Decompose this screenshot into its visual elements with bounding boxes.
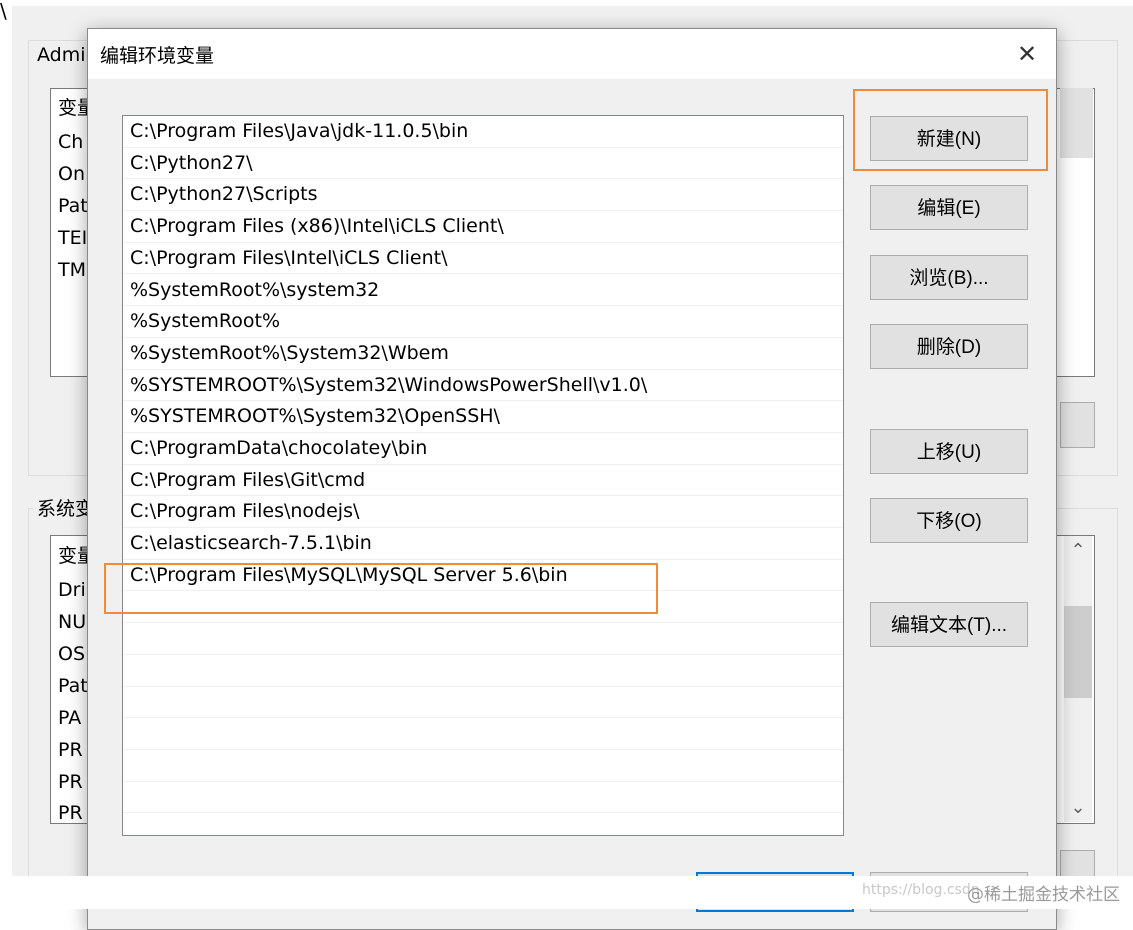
path-text: C:\Program Files\Java\jdk-11.0.5\bin [130,120,469,142]
list-item[interactable]: C:\Program Files (x86)\Intel\iCLS Client… [123,211,843,243]
list-item[interactable]: On [58,163,85,185]
list-item[interactable]: %SystemRoot%\system32 [123,275,843,307]
empty-row[interactable] [123,750,843,782]
list-item[interactable]: TEI [58,227,87,249]
list-item[interactable]: PR [58,739,83,761]
path-text: C:\ProgramData\chocolatey\bin [130,437,428,459]
empty-row[interactable] [123,655,843,687]
path-list[interactable]: C:\Program Files\Java\jdk-11.0.5\bin C:\… [122,115,844,836]
list-item[interactable]: C:\Program Files\Java\jdk-11.0.5\bin [123,116,843,148]
list-item[interactable]: C:\Program Files\Intel\iCLS Client\ [123,243,843,275]
path-text: C:\Program Files\Git\cmd [130,468,366,491]
list-item[interactable]: C:\elasticsearch-7.5.1\bin [123,528,843,560]
list-item[interactable]: Pat [58,195,88,217]
list-item[interactable]: %SystemRoot%\System32\Wbem [123,338,843,370]
path-text: %SystemRoot%\system32 [130,278,380,301]
path-text: C:\Program Files\Intel\iCLS Client\ [130,246,448,269]
background-corner-glyph: \ [0,0,7,23]
path-text: C:\Python27\ [130,151,253,174]
empty-row[interactable] [123,687,843,719]
delete-button[interactable]: 删除(D) [870,324,1028,369]
list-item[interactable]: C:\Program Files\nodejs\ [123,496,843,529]
path-text: %SystemRoot%\System32\Wbem [130,341,449,364]
close-icon[interactable]: ✕ [1012,39,1042,69]
system-list-scrollbar[interactable]: ⌃ ⌄ [1064,536,1092,822]
empty-row[interactable] [123,718,843,750]
background-list-column-edge [1060,88,1093,158]
move-up-button[interactable]: 上移(U) [870,429,1028,474]
path-text: C:\Program Files\nodejs\ [130,500,360,523]
background-left-strip [0,0,12,909]
list-item[interactable]: %SYSTEMROOT%\System32\WindowsPowerShell\… [123,370,843,402]
path-text: %SYSTEMROOT%\System32\OpenSSH\ [130,405,500,428]
new-button-highlight [853,89,1048,171]
list-item[interactable]: Pat [58,675,88,697]
list-item[interactable]: %SYSTEMROOT%\System32\OpenSSH\ [123,401,843,433]
edit-text-button[interactable]: 编辑文本(T)... [870,602,1028,647]
list-item[interactable]: C:\Python27\Scripts [123,179,843,212]
chevron-down-icon[interactable]: ⌄ [1064,797,1092,818]
move-down-button[interactable]: 下移(O) [870,498,1028,543]
empty-row[interactable] [123,623,843,655]
path-text: %SystemRoot% [130,310,281,333]
scrollbar-thumb[interactable] [1064,606,1092,698]
list-item[interactable]: C:\Python27\ [123,148,843,180]
path-text: C:\Python27\Scripts [130,183,318,206]
list-item[interactable]: Ch [58,131,83,153]
watermark-url: https://blog.csdn [862,882,980,898]
list-item[interactable]: PR [58,802,83,823]
dialog-title: 编辑环境变量 [100,45,215,67]
edit-button[interactable]: 编辑(E) [870,185,1028,230]
chevron-up-icon[interactable]: ⌃ [1064,540,1092,561]
list-item[interactable]: TM [58,259,86,281]
dialog-titlebar: 编辑环境变量 ✕ [88,29,1056,79]
background-top-strip [0,0,1133,6]
background-button[interactable] [1060,402,1095,448]
list-item[interactable]: C:\Program Files\Git\cmd [123,465,843,497]
user-variables-title: Admi [33,44,90,66]
empty-row[interactable] [123,782,843,814]
list-item[interactable]: PR [58,771,83,793]
list-item[interactable]: OS [58,643,85,665]
path-text: %SYSTEMROOT%\System32\WindowsPowerShell\… [130,373,648,396]
list-item[interactable]: C:\ProgramData\chocolatey\bin [123,433,843,465]
list-item[interactable]: NU [58,611,86,633]
list-item[interactable]: PA [58,707,81,729]
watermark-brand: @稀土掘金技术社区 [967,885,1120,905]
path-text: C:\elasticsearch-7.5.1\bin [130,532,372,555]
browse-button[interactable]: 浏览(B)... [870,255,1028,300]
list-item[interactable]: Dri [58,579,86,601]
path-text: C:\Program Files (x86)\Intel\iCLS Client… [130,215,504,238]
mysql-path-highlight [104,563,658,614]
list-item[interactable]: %SystemRoot% [123,306,843,338]
